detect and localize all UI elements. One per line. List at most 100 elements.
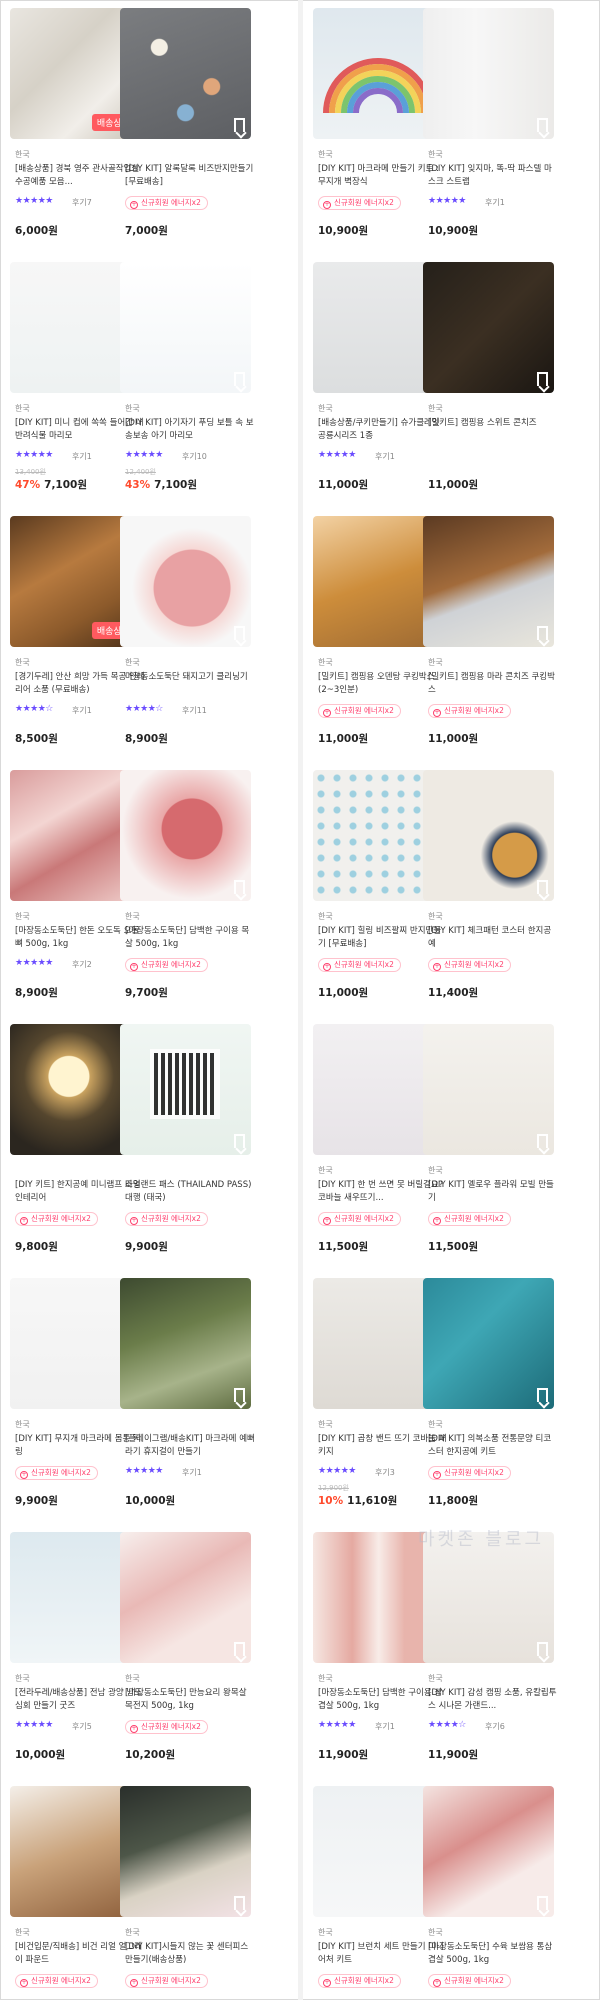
review-count[interactable]: 후기3 xyxy=(375,1467,395,1478)
bookmark-icon[interactable] xyxy=(537,372,548,386)
review-count[interactable]: 후기1 xyxy=(72,451,92,462)
product-thumbnail[interactable] xyxy=(423,8,554,139)
product-card[interactable]: 한국 [DIY KIT]시들지 않는 꽃 센터피스 만들기(배송상품) + 신규회원 … xyxy=(120,1786,255,2000)
review-count[interactable]: 후기1 xyxy=(485,197,505,208)
bookmark-icon[interactable] xyxy=(537,1896,548,1910)
bookmark-icon[interactable] xyxy=(234,372,245,386)
bookmark-icon[interactable] xyxy=(234,1134,245,1148)
bookmark-icon[interactable] xyxy=(234,1642,245,1656)
product-card[interactable]: 타일랜드 패스 (THAILAND PASS) 대행 (태국) + 신규회원 에너지… xyxy=(120,1024,255,1264)
product-title[interactable]: [DIY KIT] 잊지마, 똑-딱 파스텔 마스크 스트랩 xyxy=(428,163,558,189)
product-thumbnail[interactable] xyxy=(120,1024,251,1155)
coupon-text: 신규회원 에너지x2 xyxy=(334,1214,394,1223)
coupon-tag: + 신규회원 에너지x2 xyxy=(428,1212,511,1226)
product-thumbnail[interactable] xyxy=(423,262,554,393)
product-thumbnail[interactable] xyxy=(423,516,554,647)
product-price: 8,900원 xyxy=(125,731,168,746)
product-title[interactable]: [DIY KIT] 멜로우 플라워 모빌 만들기 xyxy=(428,1179,558,1205)
bookmark-icon[interactable] xyxy=(537,626,548,640)
product-card[interactable]: 한국 마장동소도둑단 돼지고기 클리닝기 ★★★★☆ 후기11 8,900원 xyxy=(120,516,255,756)
review-count[interactable]: 후기10 xyxy=(182,451,207,462)
review-count[interactable]: 후기5 xyxy=(72,1721,92,1732)
product-thumbnail[interactable] xyxy=(120,1278,251,1409)
product-title[interactable]: [DIY KIT] 의복소품 전통문양 티코스터 한지공예 키트 xyxy=(428,1433,558,1459)
price-value: 10,900원 xyxy=(428,225,479,237)
product-title[interactable]: [DIY KIT] 감성 캠핑 소품, 유칼립투스 시나몬 가랜드... xyxy=(428,1687,558,1713)
coupon-text: 신규회원 에너지x2 xyxy=(31,1976,91,1985)
product-thumbnail[interactable] xyxy=(120,1532,251,1663)
review-count[interactable]: 후기1 xyxy=(375,451,395,462)
product-card[interactable]: 한국 [DIY KIT] 아기자기 푸딩 보틀 속 보송보송 아기 마리모 ★★★★… xyxy=(120,262,255,502)
product-price: 7,000원 xyxy=(125,223,168,238)
product-title[interactable]: [DIY KIT] 알록달록 비즈반지만들기 [무료배송] xyxy=(125,163,255,189)
product-card[interactable]: [플레이그램/배송KIT] 마크라메 예뻐라기 휴지걸이 만들기 ★★★★★ 후기1… xyxy=(120,1278,255,1518)
coupon-icon: + xyxy=(433,1217,441,1225)
product-thumbnail[interactable] xyxy=(423,1786,554,1917)
product-title[interactable]: [DIY KIT] 아기자기 푸딩 보틀 속 보송보송 아기 마리모 xyxy=(125,417,255,443)
product-card[interactable]: 한국 [DIY KIT] 감성 캠핑 소품, 유칼립투스 시나몬 가랜드... ★★… xyxy=(423,1532,558,1772)
price-value: 11,500원 xyxy=(428,1241,479,1253)
bookmark-icon[interactable] xyxy=(537,1388,548,1402)
product-card[interactable]: 한국 [DIY KIT] 체크패턴 코스터 한지공예 + 신규회원 에너지x2 11,4… xyxy=(423,770,558,1010)
product-thumbnail[interactable] xyxy=(120,262,251,393)
review-count[interactable]: 후기7 xyxy=(72,197,92,208)
product-origin: 한국 xyxy=(428,912,443,921)
bookmark-icon[interactable] xyxy=(537,880,548,894)
product-title[interactable]: [밀키트] 캠핑용 마라 콘치즈 쿠킹박스 xyxy=(428,671,558,697)
product-card[interactable]: 한국 [DIY KIT] 의복소품 전통문양 티코스터 한지공예 키트 + 신규회원 … xyxy=(423,1278,558,1518)
product-thumbnail[interactable] xyxy=(423,770,554,901)
review-count[interactable]: 후기2 xyxy=(72,959,92,970)
product-title[interactable]: [마장동소도둑단] 담백한 구이용 목살 500g, 1kg xyxy=(125,925,255,951)
product-thumbnail[interactable] xyxy=(423,1532,554,1663)
bookmark-icon[interactable] xyxy=(234,880,245,894)
product-title[interactable]: [마장동소도둑단] 만능요리 왕목살 목전지 500g, 1kg xyxy=(125,1687,255,1713)
product-card[interactable]: 한국 [마장동소도둑단] 수육 보쌈용 통삼겹살 500g, 1kg + 신규회원 에… xyxy=(423,1786,558,2000)
bookmark-icon[interactable] xyxy=(234,626,245,640)
product-title[interactable]: 타일랜드 패스 (THAILAND PASS) 대행 (태국) xyxy=(125,1179,255,1205)
bookmark-icon[interactable] xyxy=(234,1896,245,1910)
product-thumbnail[interactable] xyxy=(120,516,251,647)
product-thumbnail[interactable] xyxy=(423,1278,554,1409)
price-value: 8,900원 xyxy=(15,987,58,999)
coupon-text: 신규회원 에너지x2 xyxy=(141,960,201,969)
coupon-icon: + xyxy=(323,1979,331,1987)
product-origin: 한국 xyxy=(15,150,30,159)
coupon-tag: + 신규회원 에너지x2 xyxy=(428,1466,511,1480)
product-card[interactable]: 한국 [마장동소도둑단] 만능요리 왕목살 목전지 500g, 1kg + 신규회원 … xyxy=(120,1532,255,1772)
product-origin: 한국 xyxy=(125,1928,140,1937)
bookmark-icon[interactable] xyxy=(537,1134,548,1148)
product-title[interactable]: [플레이그램/배송KIT] 마크라메 예뻐라기 휴지걸이 만들기 xyxy=(125,1433,255,1459)
product-thumbnail[interactable] xyxy=(120,770,251,901)
product-card[interactable]: 한국 [마장동소도둑단] 담백한 구이용 목살 500g, 1kg + 신규회원 에너… xyxy=(120,770,255,1010)
review-count[interactable]: 후기1 xyxy=(182,1467,202,1478)
price-value: 11,610원 xyxy=(347,1495,398,1507)
product-card[interactable]: 한국 [밀키트] 캠핑용 마라 콘치즈 쿠킹박스 + 신규회원 에너지x2 11,000… xyxy=(423,516,558,756)
review-count[interactable]: 후기1 xyxy=(72,705,92,716)
product-title[interactable]: [밀키트] 캠핑용 스위트 콘치즈 xyxy=(428,417,558,430)
rating-stars: ★★★★☆ xyxy=(428,1720,466,1730)
product-title[interactable]: [마장동소도둑단] 수육 보쌈용 통삼겹살 500g, 1kg xyxy=(428,1941,558,1967)
coupon-tag: + 신규회원 에너지x2 xyxy=(318,704,401,718)
discount-rate: 10% xyxy=(318,1495,344,1507)
product-title[interactable]: [DIY KIT]시들지 않는 꽃 센터피스 만들기(배송상품) xyxy=(125,1941,255,1967)
bookmark-icon[interactable] xyxy=(234,118,245,132)
product-title[interactable]: [DIY KIT] 체크패턴 코스터 한지공예 xyxy=(428,925,558,951)
bookmark-icon[interactable] xyxy=(537,1642,548,1656)
product-card[interactable]: 한국 [DIY KIT] 멜로우 플라워 모빌 만들기 + 신규회원 에너지x2 11,… xyxy=(423,1024,558,1264)
coupon-icon: + xyxy=(20,1217,28,1225)
product-thumbnail[interactable] xyxy=(120,8,251,139)
product-card[interactable]: 한국 [DIY KIT] 잊지마, 똑-딱 파스텔 마스크 스트랩 ★★★★★ 후기1… xyxy=(423,8,558,248)
bookmark-icon[interactable] xyxy=(537,118,548,132)
rating-stars: ★★★★★ xyxy=(15,450,53,460)
product-thumbnail[interactable] xyxy=(120,1786,251,1917)
product-card[interactable]: 한국 [밀키트] 캠핑용 스위트 콘치즈 11,000원 xyxy=(423,262,558,502)
review-count[interactable]: 후기6 xyxy=(485,1721,505,1732)
product-card[interactable]: [DIY KIT] 알록달록 비즈반지만들기 [무료배송] + 신규회원 에너지x2… xyxy=(120,8,255,248)
product-thumbnail[interactable] xyxy=(423,1024,554,1155)
rating-stars: ★★★★★ xyxy=(125,1466,163,1476)
review-count[interactable]: 후기11 xyxy=(182,705,207,716)
review-count[interactable]: 후기1 xyxy=(375,1721,395,1732)
product-title[interactable]: 마장동소도둑단 돼지고기 클리닝기 xyxy=(125,671,255,684)
bookmark-icon[interactable] xyxy=(234,1388,245,1402)
product-origin: 한국 xyxy=(15,1420,30,1429)
